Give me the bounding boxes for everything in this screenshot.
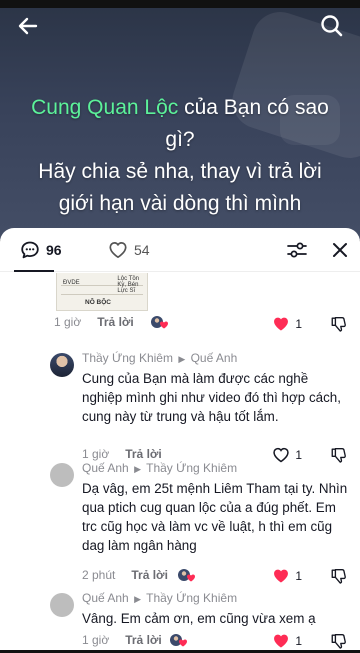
heart-filled-icon [274,634,289,648]
comment-like-count: 1 [295,569,302,583]
status-bar [0,0,360,8]
caption-highlight: Cung Quan Lộc [31,96,179,119]
video-caption: Cung Quan Lộc của Bạn có sao gì? Hãy chi… [0,92,360,220]
chart-cell-text: Lộc Tồn Kỳ, Bén Lực Sĩ [117,276,139,294]
comment-list[interactable]: ĐVDE Lộc Tồn Kỳ, Bén Lực Sĩ NÔ BỘC 1 giờ T… [0,273,360,653]
comment-item: Quế Anh ▶ Thầy Ứng Khiêm Dạ vâg, em 25t … [0,459,360,584]
heart-filled-icon [274,569,289,583]
tab-likes[interactable]: 54 [108,228,150,272]
reply-button[interactable]: Trả lời [97,315,134,329]
reply-arrow-icon: ▶ [178,354,186,364]
reply-to-user[interactable]: Thầy Ứng Khiêm [146,591,237,605]
comment-item: Quế Anh ▶ Thầy Ứng Khiêm Vâng. Em cảm ơn… [0,589,360,653]
comment-footer: 2 phút Trả lời [82,568,168,582]
comment-author[interactable]: Quế Anh [82,591,129,605]
like-count: 54 [134,242,150,258]
chart-cell-text: ĐVDE [63,280,80,286]
creator-liked-icon [170,634,187,647]
comment-time: 2 phút [82,568,116,582]
creator-liked-icon [151,316,168,329]
avatar[interactable] [50,593,74,617]
comment-author-line: Quế Anh ▶ Thầy Ứng Khiêm [82,591,237,605]
heart-filled-icon [274,317,289,331]
avatar[interactable] [50,353,74,377]
search-button[interactable] [318,12,346,40]
avatar[interactable] [50,463,74,487]
thumbs-down-icon[interactable] [330,315,348,333]
caption-text: giới hạn vài dòng thì mình [58,192,302,215]
chart-cell-text: Lực Sĩ [117,288,136,294]
comment-author[interactable]: Quế Anh [82,461,129,475]
comments-sheet: 96 54 ĐVDE Lộc Tồn Kỳ, Bén Lực Sĩ NÔ BỘC… [0,228,360,653]
comment-time: 1 giờ [54,315,82,329]
creator-liked-icon [178,569,195,582]
comment-text: Vâng. Em cảm ơn, em cũng vừa xem ạ [82,611,316,626]
caption-text: gì? [165,128,195,151]
comment-author-line: Thầy Ứng Khiêm ▶ Quế Anh [82,351,237,365]
reply-button[interactable]: Trả lời [125,633,162,647]
reply-arrow-icon: ▶ [134,594,141,604]
back-button[interactable] [14,12,42,40]
reply-button[interactable]: Trả lời [131,568,168,582]
comment-footer: 1 giờ Trả lời [54,315,134,329]
comment-author-line: Quế Anh ▶ Thầy Ứng Khiêm [82,461,237,475]
like-button[interactable]: 1 [272,315,302,333]
active-tab-indicator [14,270,54,272]
video-player[interactable]: Cung Quan Lộc của Bạn có sao gì? Hãy chi… [0,0,360,240]
sliders-icon [287,242,307,258]
thumbs-down-icon[interactable] [330,567,348,585]
caption-text: Hãy chia sẻ nha, thay vì trả lời [38,160,322,183]
comment-item: ĐVDE Lộc Tồn Kỳ, Bén Lực Sĩ NÔ BỘC 1 giờ T… [0,273,360,335]
like-button[interactable]: 1 [272,567,302,585]
comment-image[interactable]: ĐVDE Lộc Tồn Kỳ, Bén Lực Sĩ NÔ BỘC [56,273,148,311]
close-button[interactable] [329,239,351,261]
sheet-header: 96 54 [0,228,360,272]
chart-cell-label: NÔ BỘC [85,299,111,306]
comment-text: Cung của Bạn mà làm được các nghề nghiệp… [82,371,341,424]
arrow-left-icon [18,17,38,35]
like-button[interactable]: 1 [272,632,302,650]
comment-time: 1 giờ [82,633,110,647]
comment-like-count: 1 [295,317,302,331]
thumbs-down-icon[interactable] [330,632,348,650]
comment-bubble-icon [21,241,39,259]
heart-outline-icon [109,242,127,259]
close-icon [333,243,347,257]
comment-count: 96 [46,242,62,258]
comment-author[interactable]: Thầy Ứng Khiêm [82,351,173,365]
reply-to-user[interactable]: Quế Anh [191,351,238,365]
caption-text: của Bạn có sao [178,96,329,119]
comment-footer: 1 giờ Trả lời [82,633,162,647]
comment-item: Thầy Ứng Khiêm ▶ Quế Anh Cung của Bạn mà… [0,349,360,463]
comment-like-count: 1 [295,634,302,648]
reply-arrow-icon: ▶ [134,464,141,474]
tab-comments[interactable]: 96 [20,228,62,272]
reply-to-user[interactable]: Thầy Ứng Khiêm [146,461,237,475]
comment-text: Dạ vâg, em 25t mệnh Liêm Tham tại ty. Nh… [82,481,348,553]
filter-button[interactable] [286,239,308,261]
search-icon [321,15,343,37]
